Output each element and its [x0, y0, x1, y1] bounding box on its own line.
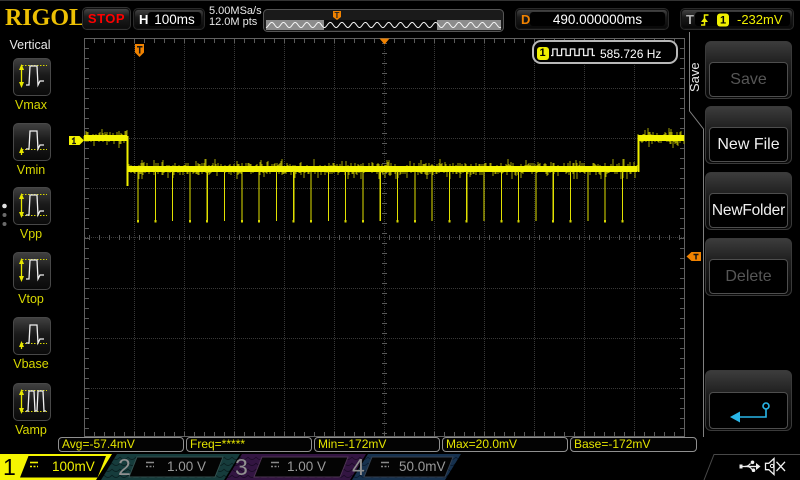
svg-text:2: 2: [118, 454, 131, 480]
svg-text:3: 3: [235, 454, 248, 480]
svg-text:1.00 V: 1.00 V: [287, 459, 326, 474]
svg-text:-232mV: -232mV: [737, 12, 783, 27]
svg-text:1: 1: [3, 454, 16, 480]
svg-text:50.0mV: 50.0mV: [399, 459, 446, 474]
svg-text:100mV: 100mV: [52, 459, 95, 474]
svg-text:1: 1: [720, 14, 726, 26]
svg-text:T: T: [335, 11, 340, 20]
svg-text:1.00 V: 1.00 V: [167, 459, 206, 474]
svg-text:4: 4: [352, 454, 365, 480]
